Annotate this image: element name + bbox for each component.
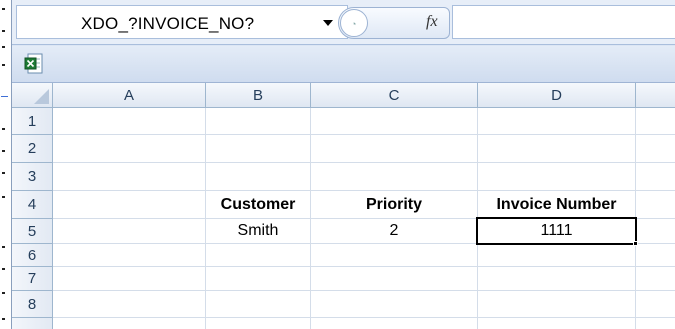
excel-window: XDO_?INVOICE_NO? ◔ fx A B C D 1 2 3 4 5 … <box>11 0 675 329</box>
gridline <box>53 134 675 135</box>
sliver-mark <box>2 196 5 198</box>
row-header-6[interactable]: 6 <box>12 244 53 267</box>
workbook-title-bar <box>12 46 675 83</box>
spreadsheet-grid: A B C D 1 2 3 4 5 6 7 8 Customer Priorit… <box>12 83 675 329</box>
gridline <box>53 266 675 267</box>
row-header-7[interactable]: 7 <box>12 267 53 291</box>
sliver-mark <box>2 318 5 320</box>
formula-circle-icon: ◔ <box>340 9 368 37</box>
row-header-1[interactable]: 1 <box>12 108 53 135</box>
select-all-corner[interactable] <box>12 83 53 108</box>
name-box[interactable]: XDO_?INVOICE_NO? <box>16 5 348 39</box>
fill-handle[interactable] <box>633 241 638 246</box>
sliver-mark <box>2 128 5 130</box>
column-header-d[interactable]: D <box>478 83 636 108</box>
sliver-link <box>1 96 8 97</box>
sliver-mark <box>2 64 5 66</box>
sliver-mark <box>2 246 5 248</box>
sliver-mark <box>2 150 5 152</box>
active-cell-d5[interactable]: 1111 <box>476 217 637 245</box>
sliver-mark <box>2 46 5 48</box>
row-header-2[interactable]: 2 <box>12 135 53 163</box>
row-header-9[interactable] <box>12 318 53 329</box>
gridline <box>53 290 675 291</box>
function-icon[interactable]: fx <box>426 13 438 31</box>
chevron-down-icon[interactable] <box>323 20 333 26</box>
sliver-mark <box>2 292 5 294</box>
gridline <box>53 162 675 163</box>
cell-b5[interactable]: Smith <box>206 219 310 243</box>
row-header-8[interactable]: 8 <box>12 291 53 318</box>
sliver-mark <box>2 30 5 32</box>
sliver-mark <box>2 268 5 270</box>
cell-c5[interactable]: 2 <box>311 219 477 243</box>
gridline <box>53 317 675 318</box>
name-box-value: XDO_?INVOICE_NO? <box>81 14 255 33</box>
formula-input[interactable] <box>452 5 675 39</box>
cell-b4[interactable]: Customer <box>206 191 310 218</box>
sliver-mark <box>2 8 5 10</box>
excel-document-icon[interactable] <box>24 53 44 75</box>
row-header-3[interactable]: 3 <box>12 163 53 191</box>
cell-c4[interactable]: Priority <box>311 191 477 218</box>
cell-d5: 1111 <box>540 222 573 239</box>
row-header-4[interactable]: 4 <box>12 191 53 219</box>
column-header-a[interactable]: A <box>53 83 206 108</box>
formula-bar: XDO_?INVOICE_NO? ◔ fx <box>12 0 675 45</box>
row-header-5[interactable]: 5 <box>12 219 53 244</box>
sliver-mark <box>2 172 5 174</box>
cell-d4[interactable]: Invoice Number <box>478 191 635 218</box>
column-header-e[interactable] <box>636 83 675 108</box>
column-header-c[interactable]: C <box>311 83 478 108</box>
column-header-b[interactable]: B <box>206 83 311 108</box>
formula-controls: ◔ fx <box>338 7 450 39</box>
